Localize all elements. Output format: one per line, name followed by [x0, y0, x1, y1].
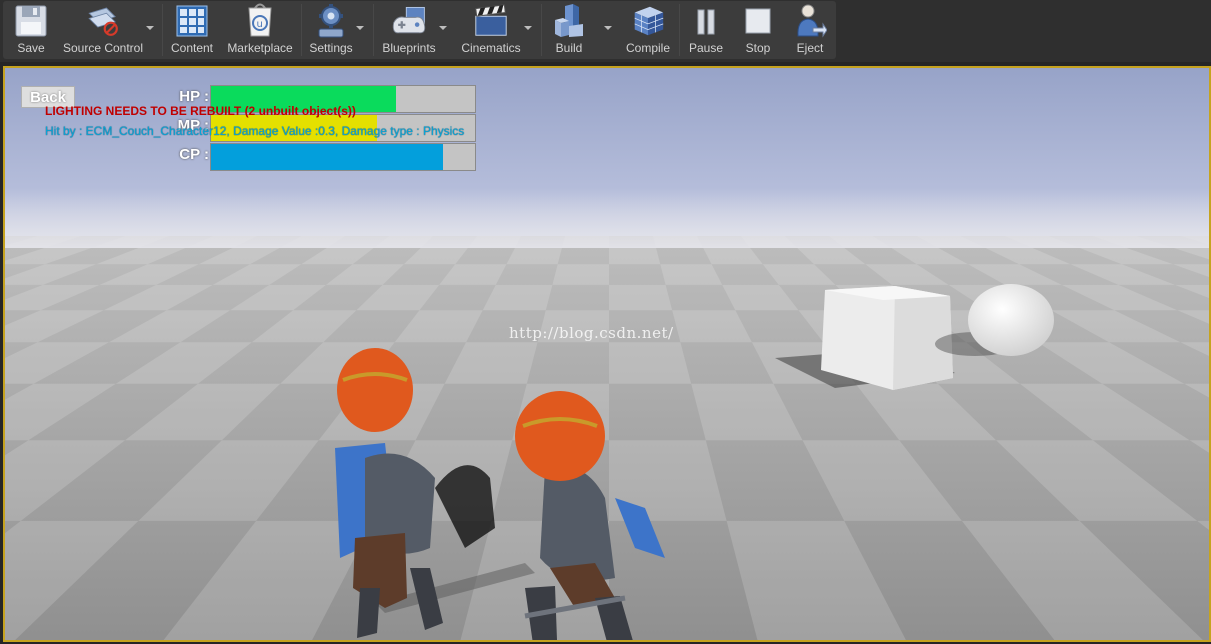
settings-label: Settings	[309, 41, 353, 55]
eject-button[interactable]: Eject	[790, 1, 830, 58]
settings-dropdown-icon[interactable]	[356, 26, 364, 30]
marketplace-icon: u	[241, 1, 279, 41]
floor-tile	[552, 264, 609, 285]
svg-text:u: u	[257, 19, 263, 30]
gamepad-icon	[390, 1, 428, 41]
pause-icon	[687, 1, 725, 41]
blueprints-label: Blueprints	[382, 41, 436, 55]
marketplace-label: Marketplace	[227, 41, 293, 55]
source-control-button[interactable]: Source Control	[60, 1, 146, 58]
stop-button[interactable]: Stop	[739, 1, 777, 58]
clapperboard-icon	[472, 1, 510, 41]
build-button[interactable]: Build	[548, 1, 590, 58]
floor-tile	[609, 284, 673, 311]
marketplace-button[interactable]: u Marketplace	[224, 1, 296, 58]
toolbar-divider	[541, 4, 542, 56]
save-button[interactable]: Save	[9, 1, 53, 58]
watermark-text: http://blog.csdn.net/	[509, 324, 674, 342]
content-grid-icon	[173, 1, 211, 41]
content-button[interactable]: Content	[168, 1, 216, 58]
settings-button[interactable]: Settings	[306, 1, 356, 58]
game-viewport[interactable]: http://blog.csdn.net/ Back HP : MP : CP …	[3, 66, 1211, 642]
toolbar-divider	[301, 4, 302, 56]
source-control-label: Source Control	[62, 41, 144, 55]
stop-label: Stop	[745, 41, 771, 55]
editor-toolbar: Save Source Control Content u Marketplac…	[0, 0, 1211, 62]
lighting-warning-message: LIGHTING NEEDS TO BE REBUILT (2 unbuilt …	[45, 104, 356, 118]
gear-icon	[312, 1, 350, 41]
hp-label: HP :	[179, 88, 209, 105]
build-label: Build	[555, 41, 583, 55]
blueprints-dropdown-icon[interactable]	[439, 26, 447, 30]
cp-label: CP :	[179, 146, 209, 163]
pause-label: Pause	[688, 41, 724, 55]
cp-bar-fill	[211, 144, 444, 170]
floor-tile	[609, 247, 661, 265]
compile-button[interactable]: Compile	[622, 1, 674, 58]
floor-tile	[506, 247, 563, 265]
horizon-haze	[5, 188, 1209, 248]
save-icon	[12, 1, 50, 41]
stop-icon	[739, 1, 777, 41]
toolbar-divider	[162, 4, 163, 56]
floor-tile	[660, 264, 723, 285]
build-dropdown-icon[interactable]	[604, 26, 612, 30]
cp-bar	[210, 143, 476, 171]
white-sphere	[935, 284, 1054, 356]
blueprints-button[interactable]: Blueprints	[379, 1, 439, 58]
compile-label: Compile	[625, 41, 670, 55]
source-control-dropdown-icon[interactable]	[146, 26, 154, 30]
source-control-icon	[84, 1, 122, 41]
eject-label: Eject	[796, 41, 824, 55]
content-label: Content	[170, 41, 214, 55]
fighter-characters	[335, 348, 665, 640]
cinematics-label: Cinematics	[461, 41, 521, 55]
pause-button[interactable]: Pause	[686, 1, 726, 58]
build-blocks-icon	[550, 1, 588, 41]
cinematics-button[interactable]: Cinematics	[458, 1, 524, 58]
save-label: Save	[17, 41, 45, 55]
hit-debug-message: Hit by : ECM_Couch_Character12, Damage V…	[45, 124, 465, 138]
toolbar-divider	[373, 4, 374, 56]
toolbar-divider	[679, 4, 680, 56]
eject-icon	[791, 1, 829, 41]
cinematics-dropdown-icon[interactable]	[524, 26, 532, 30]
compile-cubes-icon	[629, 1, 667, 41]
